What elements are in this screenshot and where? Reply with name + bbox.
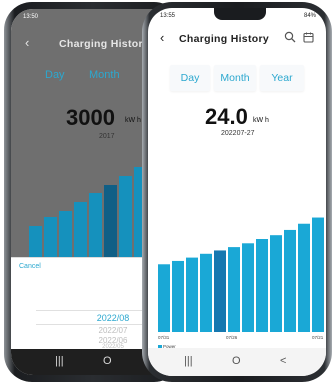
chart-bar[interactable]: [228, 247, 240, 332]
chart-bar[interactable]: [214, 250, 226, 332]
power-bar-chart: [148, 204, 326, 332]
chart-bar[interactable]: [158, 264, 170, 332]
home-icon[interactable]: O: [232, 355, 241, 367]
tab-day[interactable]: Day: [170, 65, 210, 91]
total-unit: kW h: [125, 117, 141, 124]
front-phone: 13:55 84% ‹ Charging History Day Month Y…: [142, 2, 332, 382]
chevron-left-icon[interactable]: ‹: [160, 30, 164, 45]
system-nav-bar: ||| O <: [148, 348, 326, 376]
total-value: 3000: [66, 105, 115, 130]
chart-bar[interactable]: [186, 257, 198, 332]
recent-apps-icon[interactable]: |||: [184, 355, 193, 367]
tab-month[interactable]: Month: [89, 69, 120, 81]
picker-divider: [36, 310, 150, 311]
total-unit: kW h: [253, 117, 269, 124]
search-icon[interactable]: [284, 31, 296, 43]
chart-canvas: [158, 217, 324, 332]
chart-bar[interactable]: [270, 235, 282, 332]
chart-bar[interactable]: [242, 243, 254, 332]
picker-divider: [36, 324, 150, 325]
summary-date: 202207-27: [221, 130, 255, 137]
chart-bar[interactable]: [256, 239, 268, 332]
front-phone-screen: 13:55 84% ‹ Charging History Day Month Y…: [148, 8, 326, 376]
camera-notch: [214, 8, 266, 20]
chart-bar[interactable]: [312, 217, 324, 332]
x-tick-label: 07/31: [158, 335, 170, 340]
recent-apps-icon[interactable]: |||: [55, 355, 64, 367]
home-icon[interactable]: O: [103, 355, 112, 367]
total-value: 24.0: [205, 104, 248, 129]
back-nav-icon[interactable]: <: [280, 355, 286, 367]
battery-level: 84%: [303, 13, 316, 19]
back-chart-bar: [119, 176, 132, 257]
period-tabs: Day Month Year: [170, 65, 304, 91]
x-tick-label: 07/26: [226, 335, 238, 340]
status-time: 13:50: [23, 14, 39, 20]
back-chart-bar: [74, 202, 87, 257]
tab-month[interactable]: Month: [214, 65, 256, 91]
back-chart-bar: [44, 217, 57, 257]
tab-year[interactable]: Year: [260, 65, 304, 91]
chart-bar[interactable]: [298, 223, 310, 332]
back-chart-bar: [89, 193, 102, 257]
x-tick-label: 07/21: [312, 335, 324, 340]
summary-date: 2017: [99, 133, 115, 140]
chart-bar[interactable]: [200, 253, 212, 332]
back-chart-bar: [104, 185, 117, 257]
chart-bar[interactable]: [284, 229, 296, 332]
page-title: Charging History: [59, 38, 149, 50]
page-title: Charging History: [179, 33, 269, 45]
chart-bar[interactable]: [172, 260, 184, 332]
chevron-left-icon[interactable]: ‹: [25, 35, 29, 50]
back-chart-bar: [59, 211, 72, 257]
calendar-icon[interactable]: [303, 32, 314, 43]
tab-day[interactable]: Day: [45, 69, 65, 81]
status-time: 13:55: [160, 13, 176, 19]
cancel-button[interactable]: Cancel: [19, 263, 41, 270]
back-chart-bar: [29, 226, 42, 257]
